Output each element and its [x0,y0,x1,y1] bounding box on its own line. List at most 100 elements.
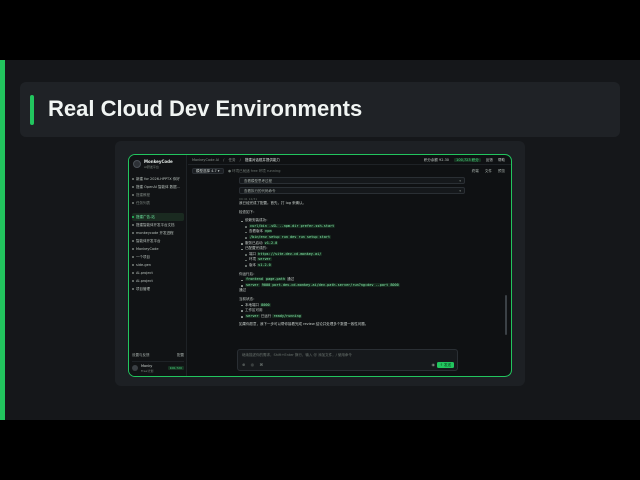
files-button[interactable]: 文件 [485,169,492,173]
chat-toolbar: 模型选择 4.7 ▾ ● 环境已就绪 free 环境 running 终端 文件… [188,166,511,175]
app-window: MonkeyCode AI研发平台 新建 for 2026-HPPTX 你好 搭… [128,154,512,377]
sidebar-item[interactable]: 搭建教程 [132,191,184,199]
sidebar-footer: 设置与反馈 配置 Monky Free计划 100,720 [132,351,184,373]
sidebar-item-label: 搭建广告-站 [136,215,155,219]
sidebar-project[interactable]: AI-project [132,269,184,277]
inline-code: server [245,313,260,318]
inline-code: /bin/env setup run dev run setup start [249,234,332,239]
send-button[interactable]: ↑ 发送 [436,362,454,368]
inline-code[interactable]: https://site.dev-cd.monkey.ai/ [257,251,323,256]
avatar [132,365,138,371]
collapse-label: 查看执行的代码命令 [244,189,276,193]
microphone-icon[interactable]: ◉ [432,362,436,367]
settings-label: 设置与反馈 [132,353,150,357]
inline-code: npm [264,229,273,234]
settings-row[interactable]: 设置与反馈 配置 [132,351,184,359]
sidebar-project[interactable]: 项目管理 [132,285,184,293]
command-icon[interactable]: ⌘ [259,362,263,367]
title-card: Real Cloud Dev Environments [20,82,620,137]
chevron-down-icon: ▾ [459,189,461,193]
sidebar-item-label: 任务列表 [136,201,150,205]
inline-code: v1.2.0 [257,262,272,267]
bullet-icon [132,248,134,250]
chat-transcript: 查看模型思考过程 ▾ 查看执行的代码命令 ▾ 09:41 12/31 我已经完成… [239,177,465,342]
mention-icon[interactable]: ◎ [251,362,255,367]
bullet-icon [132,240,134,242]
list-item: server 已运行 ready/running [239,313,465,320]
inline-code: 9000 port.dev-cd.monkey.ai/dev-path-serv… [260,282,400,287]
toolbar-actions: 终端 文件 预览 [467,169,505,174]
feedback-button[interactable]: 反馈 [486,158,493,162]
chevron-down-icon: ▾ [459,179,461,183]
terminal-button[interactable]: 终端 [472,169,479,173]
sidebar-item[interactable]: 任务列表 [132,199,184,207]
sidebar-item-label: 搭建教程 [136,193,150,197]
inline-code: ready/running [272,313,302,318]
sidebar-item-label: 智能体开发平台 [136,239,161,243]
collapse-label: 查看模型思考过程 [244,179,272,183]
brand[interactable]: MonkeyCode AI研发平台 [133,158,185,172]
inline-code: page-path [264,277,286,282]
bullet-icon [132,216,134,218]
sidebar-item[interactable]: 搭建 OpenAI 智能体 数据... [132,183,184,191]
bullet-icon [132,280,134,282]
collapse-thinking[interactable]: 查看模型思考过程 ▾ [239,177,465,184]
attach-icon[interactable]: ⊕ [242,362,245,367]
composer-placeholder[interactable]: 继续描述你的需求，Shift+Enter 换行，输入 @ 添加文件，/ 使用命令 [242,353,352,358]
sidebar-item-label: monkeycode 开发进程 [136,231,174,235]
bullet-icon [132,186,134,188]
breadcrumb: MonkeyCode AI / 任务 / 搭建对话框并提供能力 [192,158,283,163]
bullet-icon [132,272,134,274]
points-badge[interactable]: 100,723 积分 [454,158,481,162]
left-accent-bar [0,60,5,420]
brand-logo-icon [133,160,141,168]
bullet-icon [132,178,134,180]
sidebar-project-active[interactable]: 搭建广告-站 [132,213,184,221]
user-plan: Free计划 [141,369,154,373]
sidebar-item-label: 项目管理 [136,287,150,291]
sidebar-project[interactable]: monkeycode 开发进程 [132,229,184,237]
breadcrumb-item[interactable]: 任务 [228,158,235,162]
sidebar-project[interactable]: 搭建智能体开发平台文档 [132,221,184,229]
help-button[interactable]: 帮助 [498,158,505,162]
preview-button[interactable]: 预览 [498,169,505,173]
user-credits-badge: 100,720 [167,366,184,370]
sidebar-item[interactable]: 新建 for 2026-HPPTX 你好 [132,175,184,183]
bullet-icon [132,224,134,226]
screenshot-frame: MonkeyCode AI研发平台 新建 for 2026-HPPTX 你好 搭… [115,141,525,386]
list-item: 版本 v1.2.0 [239,262,465,269]
title-accent-bar [30,95,34,125]
sidebar-project[interactable]: 智能体开发平台 [132,237,184,245]
sidebar-item-label: 新建 for 2026-HPPTX 你好 [136,177,180,181]
composer-tools: ⊕ ◎ ⌘ [242,362,267,367]
breadcrumb-separator: / [223,158,225,162]
sidebar-project[interactable]: AI-project [132,277,184,285]
inline-code: server [257,257,272,262]
chat-scrollbar[interactable] [505,295,507,335]
breadcrumb-item[interactable]: MonkeyCode AI [192,158,219,162]
inline-code: curl/bin -sSL --npm-dir prefer-ssh-start [249,223,336,228]
inline-code: server [245,282,260,287]
breadcrumb-separator: / [239,158,241,162]
top-header: MonkeyCode AI / 任务 / 搭建对话框并提供能力 积分余额 92.… [188,155,511,165]
sidebar-project[interactable]: 一个项目 [132,253,184,261]
sidebar-item-label: AI-project [136,279,153,283]
slide: Real Cloud Dev Environments MonkeyCode A… [0,60,640,420]
sidebar-project[interactable]: MonkeyCode [132,245,184,253]
user-profile[interactable]: Monky Free计划 100,720 [132,361,184,373]
sidebar-project[interactable]: side-gen [132,261,184,269]
sidebar-list: 新建 for 2026-HPPTX 你好 搭建 OpenAI 智能体 数据...… [132,175,184,293]
inline-code: 8000 [260,302,271,307]
bullet-icon [132,232,134,234]
collapse-commands[interactable]: 查看执行的代码命令 ▾ [239,187,465,194]
sidebar: MonkeyCode AI研发平台 新建 for 2026-HPPTX 你好 搭… [129,155,187,376]
breadcrumb-current: 搭建对话框并提供能力 [244,158,280,162]
brand-name: MonkeyCode [144,159,173,164]
slide-title: Real Cloud Dev Environments [48,96,363,121]
inline-code: frontend [245,277,264,282]
model-select[interactable]: 模型选择 4.7 ▾ [192,168,224,174]
config-link[interactable]: 配置 [177,351,184,359]
list-item: server 9000 port.dev-cd.monkey.ai/dev-pa… [239,282,465,289]
inline-code: v1.2.0 [263,240,279,245]
message-composer[interactable]: 继续描述你的需求，Shift+Enter 换行，输入 @ 添加文件，/ 使用命令… [237,349,458,371]
